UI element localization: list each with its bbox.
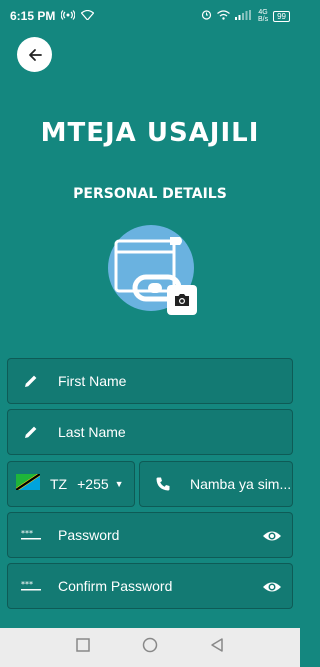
last-name-field[interactable]: Last Name [7, 409, 293, 455]
battery-indicator: 99 [273, 10, 290, 22]
country-code: TZ [50, 476, 68, 492]
password-placeholder: Password [58, 527, 120, 543]
password-icon: *** [20, 529, 42, 541]
password-field[interactable]: *** Password [7, 512, 293, 558]
system-navigation-bar [0, 628, 300, 667]
status-left: 6:15 PM [10, 9, 95, 23]
confirm-password-placeholder: Confirm Password [58, 578, 173, 594]
dial-code: +255 [77, 476, 109, 492]
network-label: 4G [258, 9, 268, 16]
recents-button[interactable] [76, 638, 90, 657]
wifi-signal-icon [217, 9, 230, 23]
phone-placeholder: Namba ya sim... [190, 476, 292, 492]
phone-icon [152, 476, 174, 492]
phone-number-field[interactable]: Namba ya sim... [139, 461, 293, 507]
pencil-icon [20, 373, 42, 389]
back-button[interactable] [17, 37, 52, 72]
caret-down-icon: ▼ [114, 479, 124, 489]
svg-text:***: *** [21, 529, 33, 538]
status-right: 4G B/s 99 [201, 9, 290, 23]
first-name-field[interactable]: First Name [7, 358, 293, 404]
hotspot-icon [61, 9, 76, 23]
section-subtitle: PERSONAL DETAILS [73, 186, 227, 202]
alarm-icon [201, 9, 212, 23]
wifi-icon [81, 9, 95, 23]
network-type: 4G B/s [258, 9, 268, 23]
cell-signal-icon [234, 9, 253, 23]
arrow-left-icon [28, 48, 42, 61]
triangle-back-icon [211, 638, 223, 652]
password-icon: *** [20, 580, 42, 592]
last-name-placeholder: Last Name [58, 424, 126, 440]
tanzania-flag-icon [16, 473, 40, 495]
circle-icon [142, 637, 158, 653]
speed-label: B/s [257, 16, 269, 23]
camera-button[interactable] [167, 285, 197, 315]
page-title: MTEJA USAJILI [40, 118, 260, 148]
square-icon [76, 638, 90, 652]
eye-icon[interactable] [262, 526, 282, 551]
status-time: 6:15 PM [10, 9, 56, 23]
confirm-password-field[interactable]: *** Confirm Password [7, 563, 293, 609]
back-nav-button[interactable] [210, 637, 224, 658]
first-name-placeholder: First Name [58, 373, 127, 389]
camera-icon [175, 294, 189, 306]
country-code-selector[interactable]: TZ +255 ▼ [7, 461, 135, 507]
svg-text:***: *** [21, 580, 33, 589]
home-button[interactable] [142, 637, 158, 658]
eye-icon[interactable] [262, 577, 282, 602]
status-bar: 6:15 PM 4G B/s 99 [0, 0, 300, 32]
pencil-icon [20, 424, 42, 440]
